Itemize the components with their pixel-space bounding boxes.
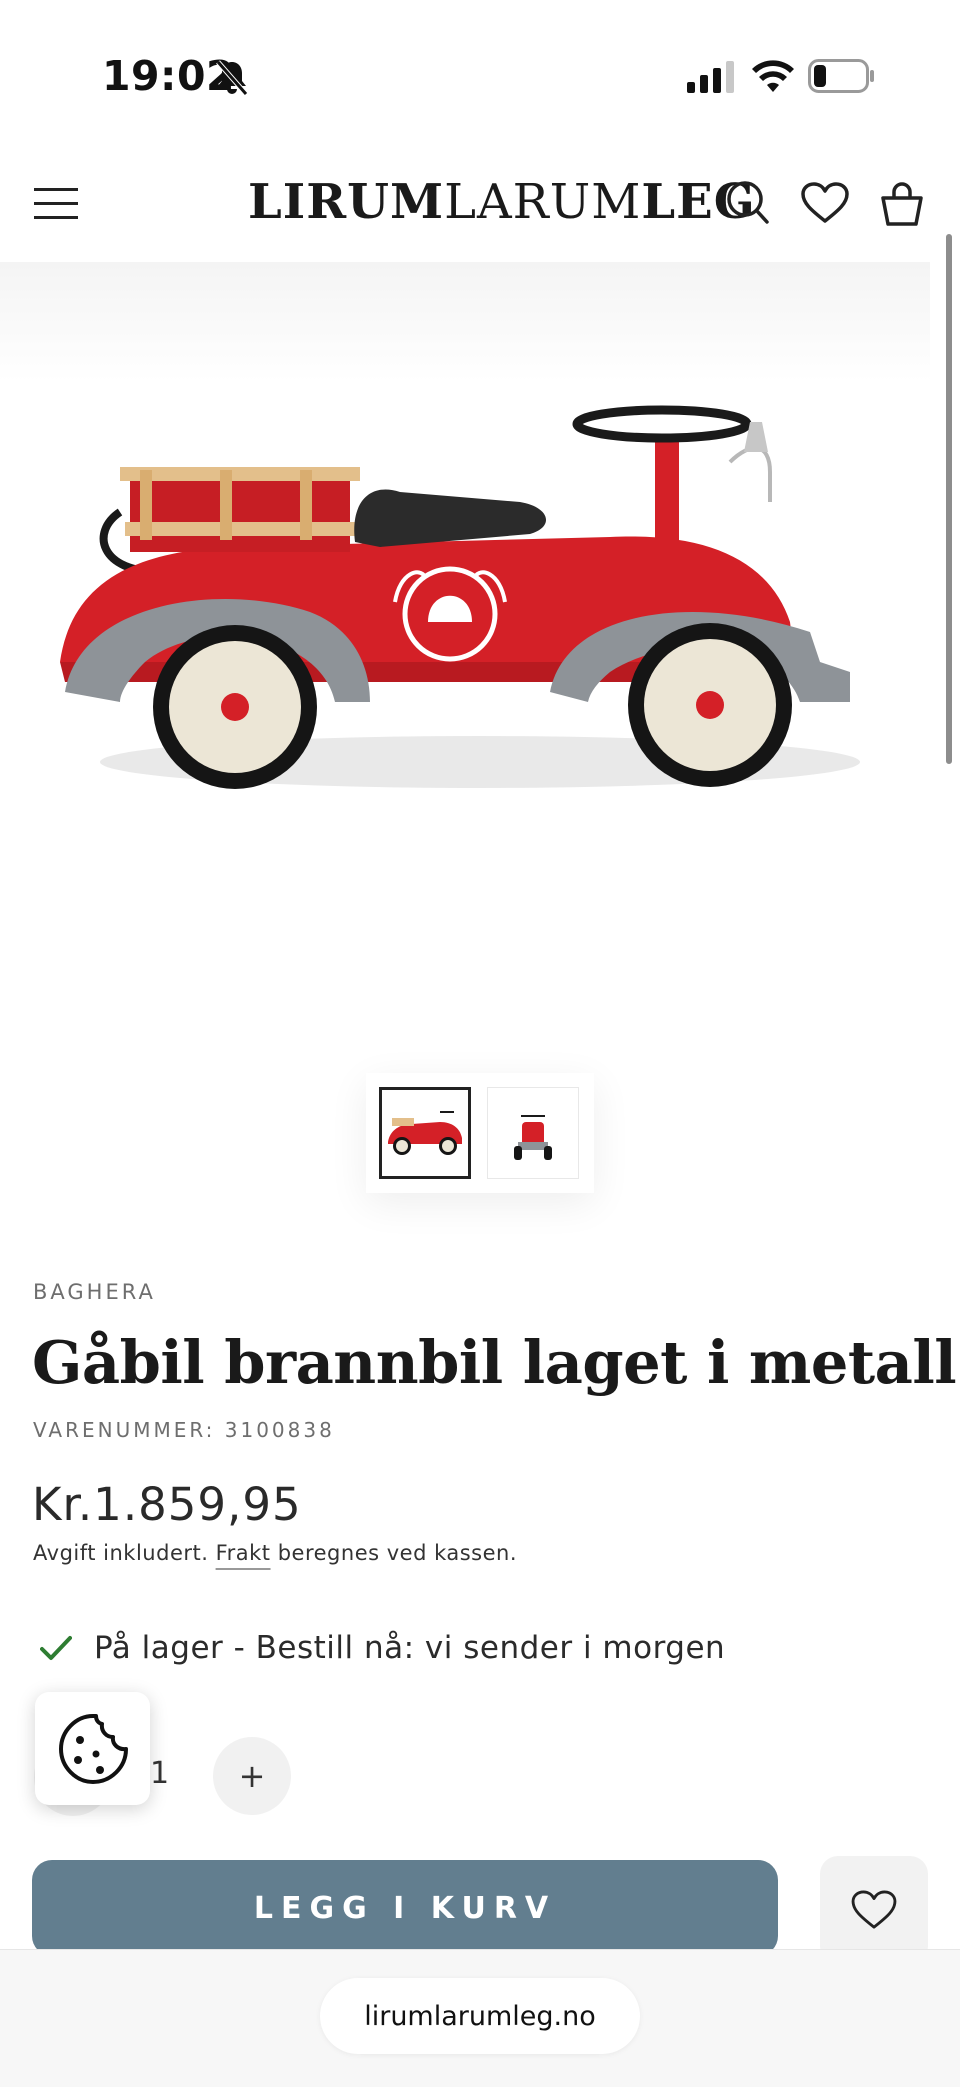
status-bar: 19:02: [0, 0, 960, 150]
product-title: Gåbil brannbil laget i metall: [32, 1328, 957, 1397]
product-price: Kr.1.859,95: [32, 1478, 302, 1531]
checkmark-icon: [40, 1636, 72, 1660]
tax-shipping-note: Avgift inkludert. Frakt beregnes ved kas…: [33, 1541, 517, 1565]
product-image-main[interactable]: [0, 262, 930, 1062]
search-icon[interactable]: [726, 180, 770, 230]
menu-icon[interactable]: [34, 186, 78, 222]
logo-part-lirum: LIRUM: [248, 174, 445, 230]
cellular-signal-icon: [687, 60, 735, 98]
add-to-cart-button[interactable]: LEGG I KURV: [32, 1860, 778, 1956]
browser-toolbar: lirumlarumleg.no: [0, 1949, 960, 2087]
add-to-wishlist-button[interactable]: [820, 1856, 928, 1964]
shipping-link[interactable]: Frakt: [216, 1541, 271, 1565]
battery-icon: [808, 58, 876, 98]
stock-status-label: På lager - Bestill nå: vi sender i morge…: [94, 1630, 726, 1666]
stock-status: På lager - Bestill nå: vi sender i morge…: [40, 1630, 725, 1666]
thumbnail-strip: [366, 1073, 594, 1193]
site-logo[interactable]: LIRUMLARUMLEG: [248, 174, 756, 230]
plus-symbol: +: [238, 1757, 266, 1795]
product-sku: VARENUMMER: 3100838: [33, 1418, 335, 1442]
shopping-bag-icon[interactable]: [880, 180, 924, 232]
bell-slash-icon: [214, 58, 250, 102]
tax-note-suffix: beregnes ved kassen.: [270, 1541, 518, 1565]
tax-note-prefix: Avgift inkludert.: [33, 1541, 216, 1565]
heart-icon[interactable]: [801, 182, 849, 228]
heart-icon: [851, 1890, 897, 1929]
wifi-icon: [752, 58, 794, 98]
quantity-value[interactable]: 1: [150, 1756, 169, 1791]
site-header: LIRUMLARUMLEG: [0, 150, 960, 260]
cookie-settings-button[interactable]: [35, 1692, 150, 1805]
product-photo-firetruck-ride-on: [60, 405, 860, 789]
scrollbar[interactable]: [946, 234, 952, 764]
thumbnail-side-view[interactable]: [379, 1087, 471, 1179]
cookie-icon: [58, 1713, 128, 1784]
product-vendor[interactable]: BAGHERA: [33, 1280, 156, 1304]
logo-part-larum: LARUM: [444, 174, 642, 230]
quantity-increase-button[interactable]: +: [213, 1737, 291, 1815]
thumbnail-front-view[interactable]: [487, 1087, 579, 1179]
address-bar[interactable]: lirumlarumleg.no: [320, 1978, 640, 2054]
